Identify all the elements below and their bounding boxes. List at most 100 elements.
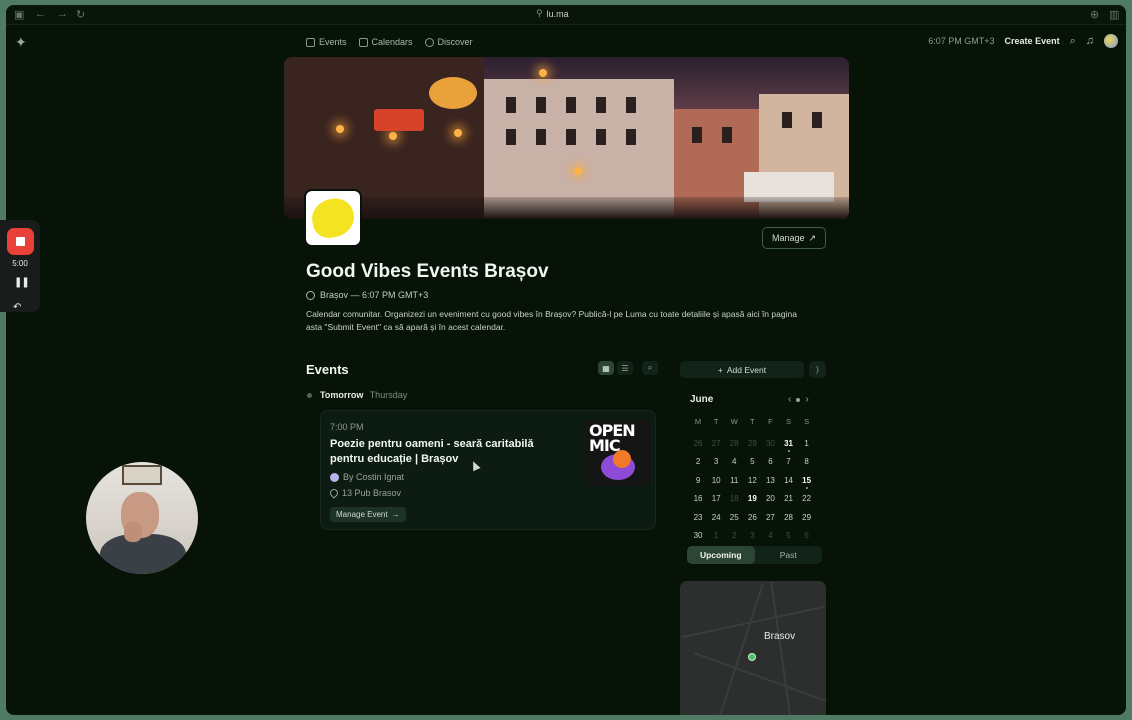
calendar-description: Calendar comunitar. Organizezi un evenim… [306,309,797,332]
rss-icon[interactable]: ) [809,361,826,378]
calendar-day[interactable]: 29 [743,435,761,454]
webcam-overlay [86,462,198,574]
event-card[interactable]: 7:00 PM Poezie pentru oameni - seară car… [320,410,656,530]
calendar-day[interactable]: 17 [707,490,725,509]
weekday-label: S [786,417,792,426]
calendar-day[interactable]: 24 [707,509,725,528]
calendar-day[interactable]: 8 [798,453,816,472]
list-view-icon[interactable]: ☰ [617,361,633,375]
week-row: 2 3 4 5 6 7 8 [689,453,825,472]
weekday-label: M [694,417,702,426]
event-thumbnail[interactable]: OPEN MIC [585,420,651,486]
calendar-day[interactable]: 27 [707,435,725,454]
nav-right: 6:07 PM GMT+3 Create Event ⌕ ♫ [928,34,1118,48]
calendar-day[interactable]: 23 [689,509,707,528]
calendar-day[interactable]: 4 [761,527,779,546]
calendar-day[interactable]: 25 [725,509,743,528]
current-time: 6:07 PM GMT+3 [928,36,995,46]
weekday-label: F [768,417,773,426]
share-icon[interactable]: ⊕ [1090,8,1099,21]
calendar-day[interactable]: 3 [707,453,725,472]
back-icon[interactable]: ← [35,8,46,20]
manage-calendar-button[interactable]: Manage ↗ [762,227,826,249]
weekday-label: S [804,417,810,426]
add-event-button[interactable]: + Add Event [680,361,804,378]
weekday-label: T [750,417,755,426]
calendar-day[interactable]: 13 [761,472,779,491]
sidebar-toggle-icon[interactable]: ▣ [14,8,24,21]
location-map[interactable]: Brasov [680,581,826,715]
browser-toolbar: ▣ ← → ↻ ⚲ lu.ma ⊕ ▥ [6,5,1126,25]
calendar-day[interactable]: 30 [689,527,707,546]
events-heading: Events [306,362,349,377]
nav-links: Events Calendars Discover [306,37,473,47]
calendar-day[interactable]: 7 [779,453,797,472]
calendar-day[interactable]: 5 [779,527,797,546]
tab-past[interactable]: Past [755,546,823,564]
tab-upcoming[interactable]: Upcoming [687,546,755,564]
calendar-meta: Brașov — 6:07 PM GMT+3 [306,290,428,300]
calendar-day[interactable]: 11 [725,472,743,491]
calendar-day[interactable]: 14 [779,472,797,491]
calendar-day[interactable]: 26 [689,435,707,454]
card-view-icon[interactable]: ▦ [598,361,614,375]
tabs-overview-icon[interactable]: ▥ [1109,8,1119,21]
reload-icon[interactable]: ↻ [76,8,85,21]
calendar-day[interactable]: 28 [725,435,743,454]
manage-event-button[interactable]: Manage Event → [330,507,406,522]
stop-recording-button[interactable] [7,228,34,255]
events-search-icon[interactable]: ⌕ [642,361,658,375]
calendar-day[interactable]: 2 [725,527,743,546]
month-name: June [690,394,714,405]
nav-events-link[interactable]: Events [306,37,347,47]
calendar-day[interactable]: 9 [689,472,707,491]
create-event-link[interactable]: Create Event [1005,36,1060,46]
nav-discover-link[interactable]: Discover [424,37,473,47]
browser-window: ▣ ← → ↻ ⚲ lu.ma ⊕ ▥ ✦ Events Calendars D… [6,5,1126,715]
prev-month-icon[interactable]: ‹ [788,394,791,405]
calendar-day[interactable]: 15 [798,472,816,491]
bell-icon[interactable]: ♫ [1086,35,1094,47]
calendar-day[interactable]: 4 [725,453,743,472]
person-body [100,534,186,574]
calendar-day[interactable]: 21 [779,490,797,509]
luma-logo-icon[interactable]: ✦ [15,34,27,51]
pause-icon[interactable]: ❚❚ [14,277,30,288]
calendar-day[interactable]: 26 [743,509,761,528]
calendar-day[interactable]: 18 [725,490,743,509]
calendar-day[interactable]: 16 [689,490,707,509]
lock-icon: ⚲ [536,8,543,18]
calendar-day[interactable]: 30 [761,435,779,454]
calendar-cover-image [284,57,849,219]
calendar-day[interactable]: 28 [779,509,797,528]
calendar-day-today[interactable]: 19 [743,490,761,509]
calendar-day[interactable]: 2 [689,453,707,472]
restart-icon[interactable]: ↶ [13,302,21,313]
search-icon[interactable]: ⌕ [1070,35,1076,48]
map-pin-icon [748,653,756,661]
next-month-icon[interactable]: › [805,394,808,405]
calendar-day[interactable]: 6 [798,527,816,546]
user-avatar[interactable] [1104,34,1118,48]
calendar-logo-mark [308,195,358,241]
week-row: 26 27 28 29 30 31 1 [689,435,825,454]
forward-icon[interactable]: → [57,8,68,20]
calendar-day[interactable]: 6 [761,453,779,472]
calendar-day[interactable]: 5 [743,453,761,472]
month-navigation: ‹ › [788,394,809,405]
calendar-day[interactable]: 20 [761,490,779,509]
event-location: 13 Pub Brasov [328,487,401,499]
calendar-day[interactable]: 1 [707,527,725,546]
calendar-day[interactable]: 1 [798,435,816,454]
calendar-day[interactable]: 22 [798,490,816,509]
calendar-day[interactable]: 10 [707,472,725,491]
calendar-day[interactable]: 12 [743,472,761,491]
calendar-day[interactable]: 31 [779,435,797,454]
event-title[interactable]: Poezie pentru oameni - seară caritabilă … [330,437,570,467]
calendar-day[interactable]: 27 [761,509,779,528]
calendar-day[interactable]: 3 [743,527,761,546]
calendar-day[interactable]: 29 [798,509,816,528]
nav-calendars-link[interactable]: Calendars [358,37,413,47]
today-dot-icon[interactable] [796,397,801,402]
address-bar[interactable]: ⚲ lu.ma [536,8,569,19]
